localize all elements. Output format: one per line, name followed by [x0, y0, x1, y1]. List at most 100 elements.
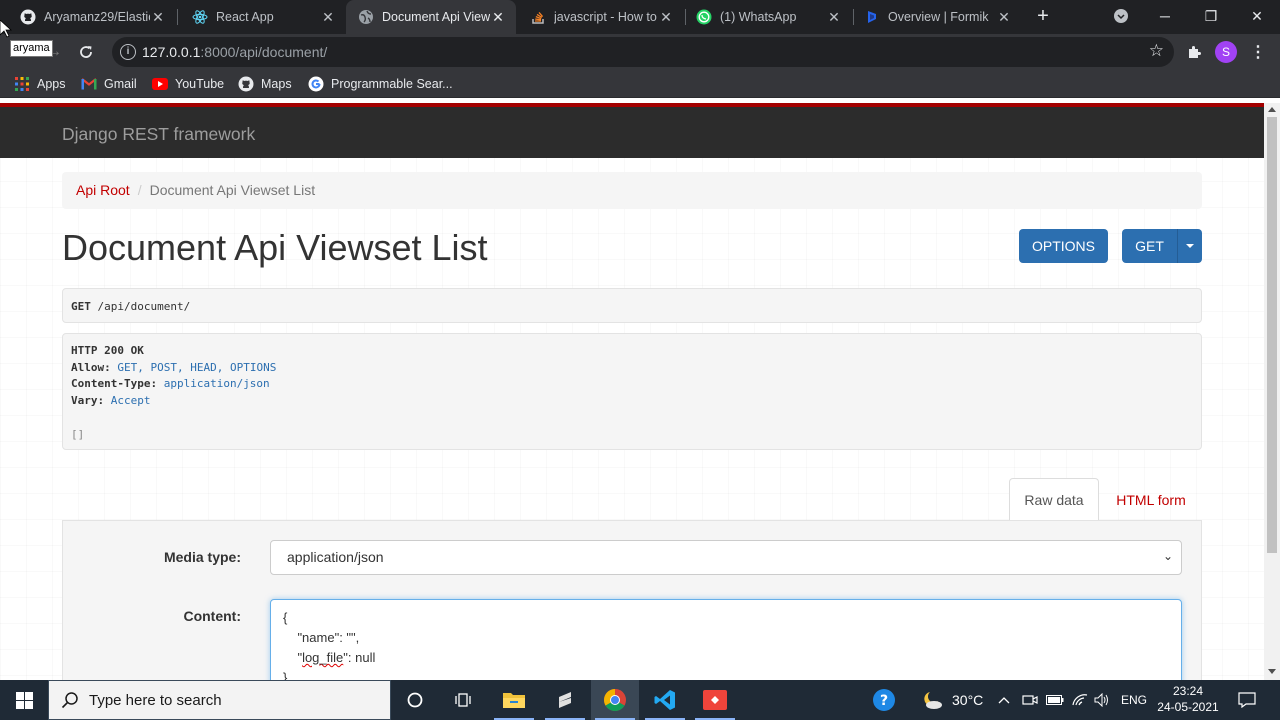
response-info: HTTP 200 OK Allow: GET, POST, HEAD, OPTI… [62, 333, 1202, 450]
bookmark-youtube[interactable]: YouTube [152, 76, 224, 92]
scroll-up-arrow-icon[interactable] [1268, 107, 1276, 112]
content-label: Content: [183, 608, 241, 624]
bookmarks-bar: Apps Gmail YouTube Maps Programmable Sea… [0, 70, 1280, 98]
page-scrollbar[interactable] [1264, 103, 1280, 680]
chevron-up-icon [998, 697, 1010, 704]
tooltip: aryama [10, 40, 53, 57]
response-status: HTTP 200 OK [71, 344, 144, 357]
bookmark-label: YouTube [175, 77, 225, 91]
search-icon [61, 692, 78, 709]
minimize-button[interactable]: ─ [1142, 0, 1188, 32]
request-method: GET [71, 300, 91, 313]
action-center[interactable] [1238, 680, 1256, 720]
bookmark-label: Maps [261, 77, 292, 91]
close-icon[interactable]: ✕ [658, 9, 674, 26]
window-close-button[interactable]: ✕ [1234, 0, 1280, 32]
extensions-button[interactable] [1180, 38, 1208, 66]
tab-html-form[interactable]: HTML form [1104, 478, 1198, 521]
tab-whatsapp[interactable]: (1) WhatsApp ✕ [680, 0, 852, 34]
bookmark-label: Gmail [104, 77, 137, 91]
taskbar-chrome[interactable] [591, 680, 639, 720]
tray-network[interactable] [1071, 680, 1089, 720]
profile-avatar[interactable]: S [1215, 41, 1237, 63]
tray-battery[interactable] [1046, 680, 1064, 720]
whatsapp-icon [696, 9, 712, 25]
tray-volume[interactable] [1094, 680, 1110, 720]
scroll-down-arrow-icon[interactable] [1268, 669, 1276, 674]
tab-github[interactable]: Aryamanz29/Elastic ✕ [0, 0, 176, 34]
tab-formik[interactable]: Overview | Formik ✕ [848, 0, 1022, 34]
reload-icon [80, 46, 92, 58]
options-button[interactable]: OPTIONS [1019, 229, 1108, 263]
bookmark-gmail[interactable]: Gmail [81, 76, 137, 92]
caret-down-icon [1186, 244, 1194, 248]
content-line: } [283, 670, 288, 680]
taskbar-file-explorer[interactable] [490, 680, 538, 720]
cortana-button[interactable] [391, 680, 439, 720]
content-line: { [283, 610, 288, 625]
task-view-button[interactable] [439, 680, 487, 720]
taskbar-vscode[interactable] [641, 680, 689, 720]
tray-meet-now[interactable] [1022, 680, 1038, 720]
get-button[interactable]: GET [1122, 229, 1177, 263]
bookmark-programmable-search[interactable]: Programmable Sear... [308, 76, 453, 92]
tab-stackoverflow[interactable]: javascript - How to ✕ [516, 0, 684, 34]
bookmark-star-icon[interactable]: ☆ [1149, 41, 1164, 61]
notification-icon [1238, 692, 1256, 708]
tab-title: Document Api View [382, 10, 490, 24]
battery-icon [1046, 695, 1064, 705]
reload-button[interactable] [72, 38, 100, 66]
tray-language[interactable]: ENG [1121, 680, 1147, 720]
windows-taskbar: Type here to search ? 30°C ENG 23:24 24-… [0, 680, 1280, 720]
tab-react-app[interactable]: React App ✕ [172, 0, 346, 34]
media-type-select[interactable]: application/json ⌄ [270, 540, 1182, 575]
scroll-thumb[interactable] [1267, 117, 1277, 553]
restore-button[interactable]: ❐ [1188, 0, 1234, 32]
moon-cloud-icon [924, 692, 942, 709]
taskbar-search[interactable]: Type here to search [48, 680, 391, 720]
request-path: /api/document/ [97, 300, 191, 313]
show-hidden-icons[interactable] [998, 680, 1010, 720]
media-type-value: application/json [287, 549, 384, 565]
vscode-icon [654, 690, 675, 710]
close-icon[interactable]: ✕ [150, 9, 166, 26]
clock-date: 24-05-2021 [1157, 700, 1219, 714]
close-icon[interactable]: ✕ [320, 9, 336, 26]
close-icon[interactable]: ✕ [490, 9, 506, 26]
url-path: :8000/api/document/ [200, 44, 328, 60]
globe-icon [358, 9, 374, 25]
page-viewport: Django REST framework Api Root / Document … [0, 103, 1264, 680]
taskbar-sublime-text[interactable] [541, 680, 589, 720]
taskbar-clock[interactable]: 23:24 24-05-2021 [1152, 683, 1224, 715]
navbar: Django REST framework [0, 107, 1264, 158]
get-format-dropdown[interactable] [1177, 229, 1202, 263]
content-type-header-value: application/json [163, 377, 270, 391]
new-tab-button[interactable]: + [1022, 0, 1064, 32]
chevron-down-icon: ⌄ [1162, 549, 1173, 563]
close-icon[interactable]: ✕ [996, 9, 1012, 26]
bookmark-maps[interactable]: Maps [238, 76, 292, 92]
bookmark-apps[interactable]: Apps [14, 76, 66, 92]
mouse-cursor-icon [0, 20, 12, 38]
allow-header-key: Allow: [71, 360, 111, 374]
taskbar-anydesk[interactable] [691, 680, 739, 720]
info-icon[interactable]: i [120, 44, 136, 60]
gmail-icon [81, 76, 97, 92]
content-line-text: ": null [343, 650, 376, 665]
taskbar-help[interactable]: ? [860, 680, 908, 720]
close-icon[interactable]: ✕ [826, 9, 842, 26]
tab-raw-data[interactable]: Raw data [1009, 478, 1099, 521]
content-line: "name": "", [283, 628, 1169, 648]
google-icon [308, 76, 324, 92]
menu-kebab-icon[interactable]: ⋮ [1244, 38, 1272, 66]
breadcrumb-api-root[interactable]: Api Root [76, 182, 130, 198]
vary-header-value: Accept [110, 394, 151, 408]
navbar-brand[interactable]: Django REST framework [62, 124, 255, 145]
start-button[interactable] [0, 680, 48, 720]
tab-document-api[interactable]: Document Api View ✕ [346, 0, 516, 34]
address-bar[interactable]: i 127.0.0.1:8000/api/document/ ☆ [112, 37, 1174, 67]
weather-widget[interactable]: 30°C [920, 680, 983, 720]
tab-search-button[interactable] [1098, 0, 1144, 32]
content-textarea[interactable]: { "name": "", "log_file": null} [270, 599, 1182, 680]
browser-toolbar: ← → i 127.0.0.1:8000/api/document/ ☆ ⋮ [0, 34, 1280, 70]
